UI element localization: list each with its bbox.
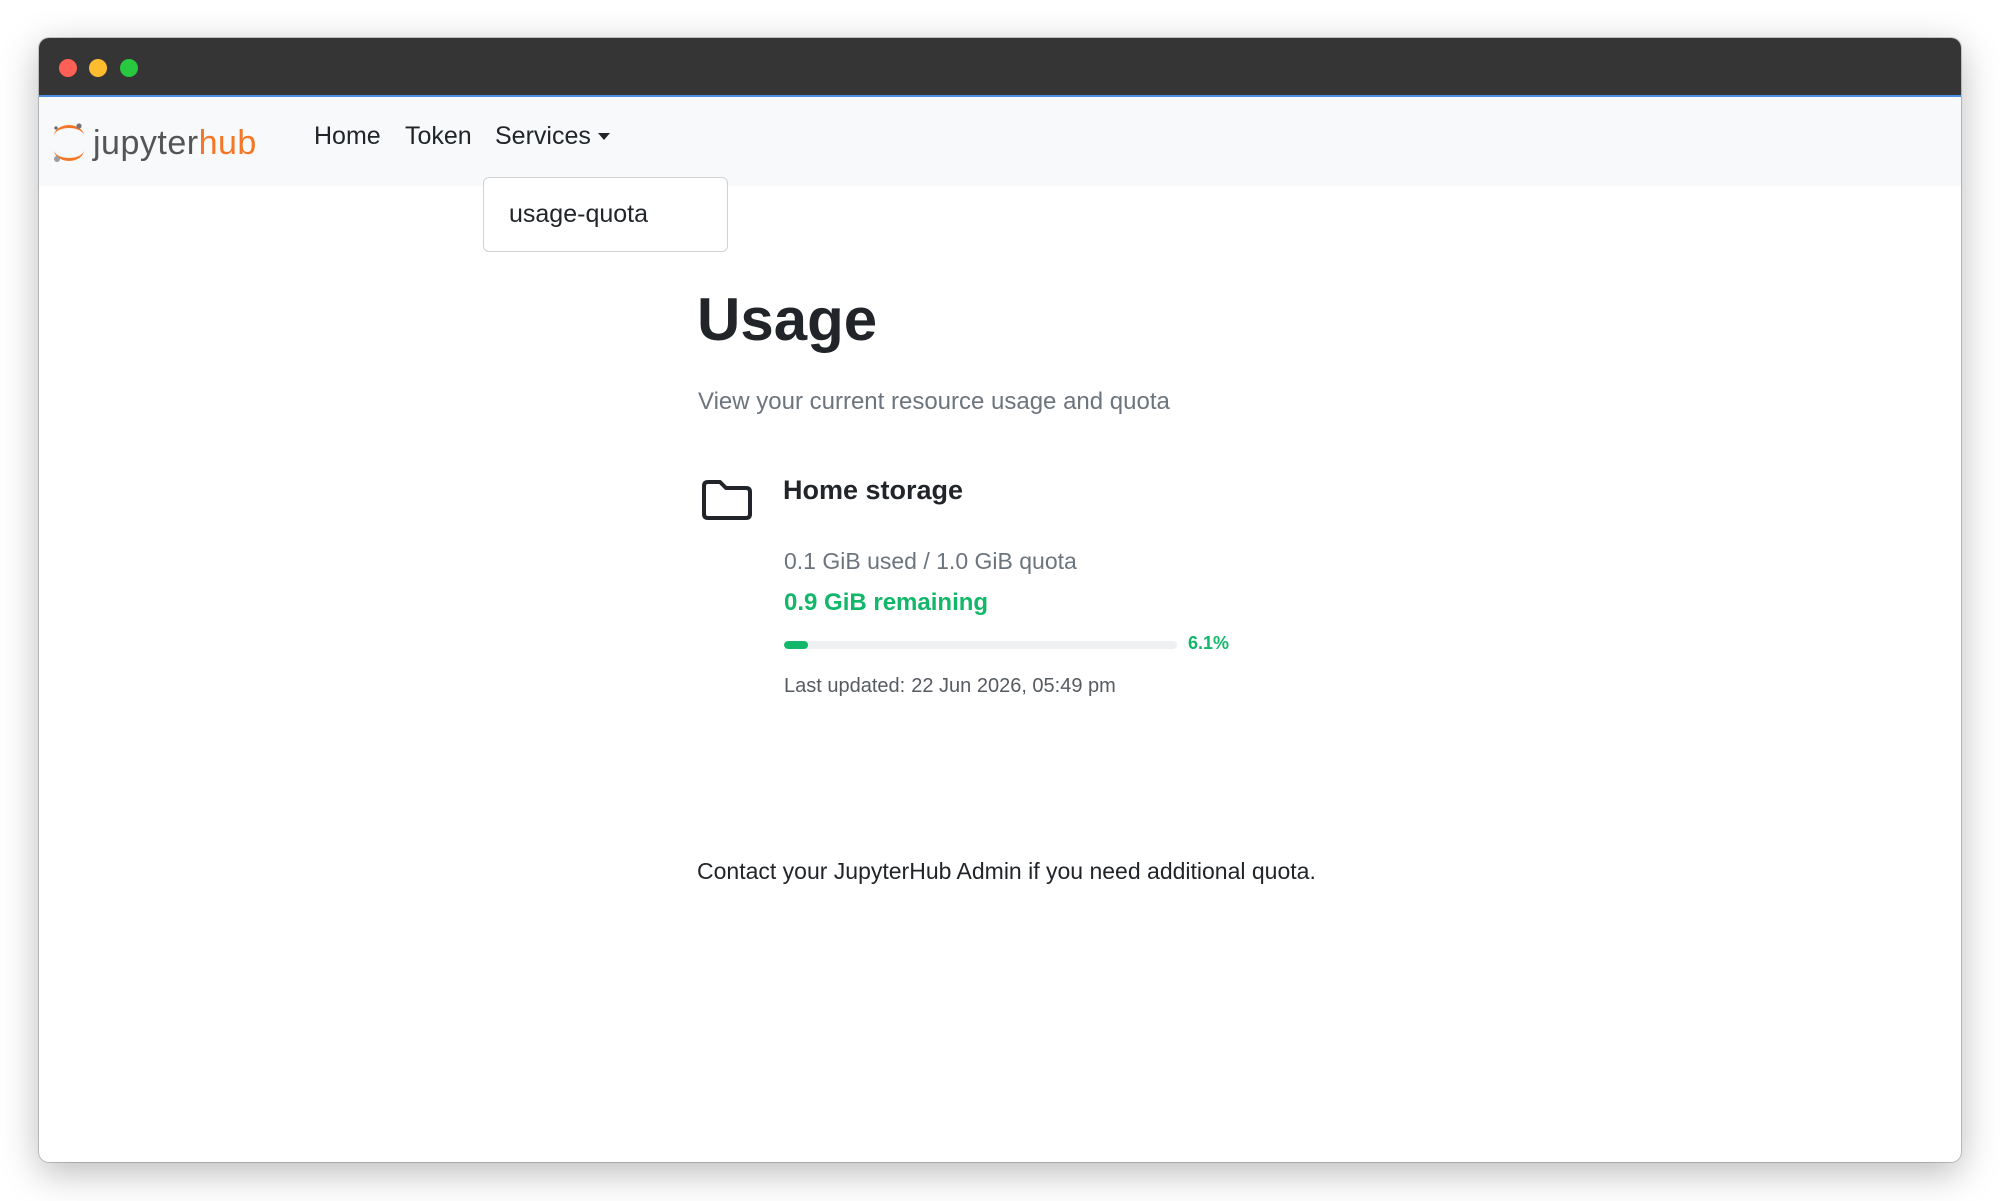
last-updated-text: Last updated: 22 Jun 2026, 05:49 pm [784,675,1116,698]
brand-name-jupyter: jupyter [93,123,199,162]
storage-progress-bar [784,641,1177,649]
nav-services-dropdown-toggle[interactable]: Services [495,122,610,151]
dropdown-item-usage-quota[interactable]: usage-quota [509,200,648,229]
storage-remaining-text: 0.9 GiB remaining [784,589,989,616]
contact-admin-note: Contact your JupyterHub Admin if you nee… [697,858,1316,884]
window-titlebar [39,38,1961,97]
minimize-window-button[interactable] [89,59,107,77]
nav-home-link[interactable]: Home [314,122,381,151]
nav-token-link[interactable]: Token [405,122,472,151]
nav-services-label: Services [495,122,591,150]
navbar: jupyterhub Home Token Services [39,97,1961,186]
last-updated-label: Last updated: [784,675,906,697]
storage-usage-text: 0.1 GiB used / 1.0 GiB quota [784,548,1077,574]
folder-icon [702,480,752,520]
services-dropdown-menu: usage-quota [483,177,728,252]
page-subtitle: View your current resource usage and quo… [698,388,1170,415]
brand-name: jupyterhub [93,124,257,163]
page-title: Usage [697,286,878,353]
storage-card-title: Home storage [783,475,964,505]
brand-name-hub: hub [198,123,257,162]
close-window-button[interactable] [59,59,77,77]
browser-window: jupyterhub Home Token Services usage-quo… [39,38,1961,1162]
storage-progress-fill [784,641,808,649]
jupyter-logo-icon [54,123,84,162]
last-updated-value: 22 Jun 2026, 05:49 pm [911,675,1116,697]
brand-logo-link[interactable]: jupyterhub [51,121,257,165]
maximize-window-button[interactable] [120,59,138,77]
caret-down-icon [597,133,610,140]
storage-progress-percent: 6.1% [1188,633,1230,653]
